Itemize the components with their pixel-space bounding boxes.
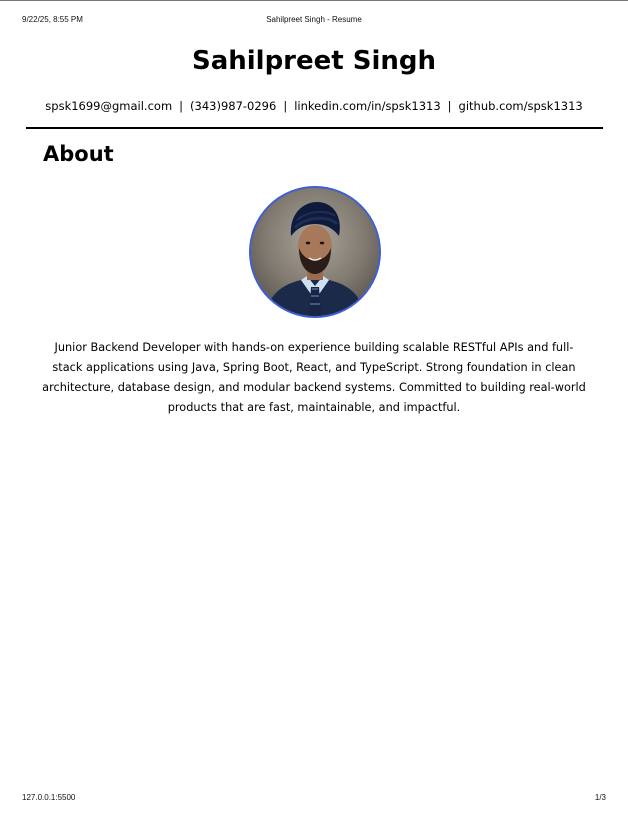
linkedin-link[interactable]: linkedin.com/in/spsk1313 xyxy=(294,99,440,113)
contact-separator: | xyxy=(447,99,452,113)
about-heading: About xyxy=(43,142,114,166)
contact-separator: | xyxy=(283,99,288,113)
contact-line: spsk1699@gmail.com | (343)987-0296 | linkedi… xyxy=(0,98,628,114)
github-link[interactable]: github.com/spsk1313 xyxy=(459,99,583,113)
about-summary: Junior Backend Developer with hands-on e… xyxy=(42,341,586,414)
print-footer-page-number: 1/3 xyxy=(594,793,606,802)
profile-photo xyxy=(249,186,381,318)
print-footer-url: 127.0.0.1:5500 xyxy=(22,793,76,802)
phone-link[interactable]: (343)987-0296 xyxy=(190,99,276,113)
resume-name: Sahilpreet Singh xyxy=(191,46,437,76)
profile-photo-icon xyxy=(251,188,379,316)
section-divider xyxy=(26,127,603,129)
email-link[interactable]: spsk1699@gmail.com xyxy=(45,99,172,113)
print-header-title: Sahilpreet Singh - Resume xyxy=(266,15,362,24)
contact-separator: | xyxy=(179,99,184,113)
top-border xyxy=(0,0,628,1)
